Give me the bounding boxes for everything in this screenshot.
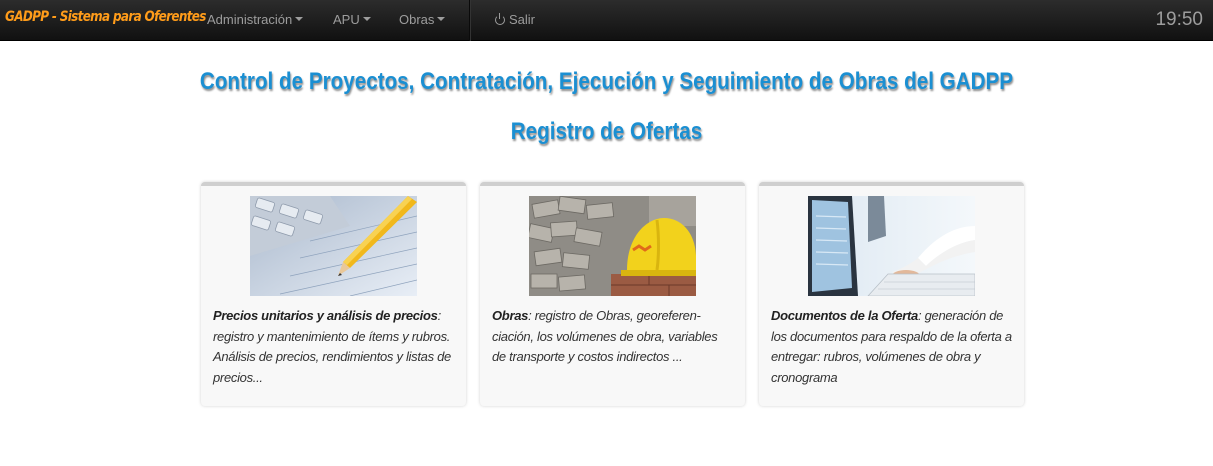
caret-down-icon bbox=[295, 16, 304, 21]
power-icon bbox=[495, 13, 505, 25]
brand-logo-link[interactable]: GADPP - Sistema para Oferentes bbox=[5, 9, 206, 25]
card-documentos-oferta[interactable]: Documentos de la Oferta: generación de l… bbox=[759, 182, 1024, 406]
top-navbar: GADPP - Sistema para Oferentes Administr… bbox=[0, 0, 1213, 41]
menu-apu-label: APU bbox=[333, 12, 360, 27]
caret-down-icon bbox=[362, 16, 371, 21]
card-precios-unitarios[interactable]: Precios unitarios y análisis de precios:… bbox=[201, 182, 466, 406]
logout-button[interactable]: Salir bbox=[495, 12, 535, 27]
card-precios-description: Precios unitarios y análisis de precios:… bbox=[213, 306, 455, 388]
calculator-pencil-image[interactable] bbox=[250, 196, 417, 296]
logout-label: Salir bbox=[509, 12, 536, 27]
menu-administracion[interactable]: Administración bbox=[207, 12, 304, 27]
caret-down-icon bbox=[437, 16, 446, 21]
page-title: Control de Proyectos, Contratación, Ejec… bbox=[199, 68, 1014, 95]
menu-apu[interactable]: APU bbox=[333, 12, 371, 27]
computer-keyboard-image[interactable] bbox=[808, 196, 975, 296]
card-obras-description: Obras: registro de Obras, georeferen-cia… bbox=[492, 306, 734, 368]
nav-divider bbox=[469, 0, 470, 41]
card-obras[interactable]: Obras: registro de Obras, georeferen-cia… bbox=[480, 182, 745, 406]
card-precios-heading: Precios unitarios y análisis de precios bbox=[213, 308, 438, 323]
menu-obras-label: Obras bbox=[399, 12, 435, 27]
card-documentos-description: Documentos de la Oferta: generación de l… bbox=[771, 306, 1013, 388]
menu-administracion-label: Administración bbox=[207, 12, 293, 27]
card-obras-heading: Obras bbox=[492, 308, 529, 323]
hardhat-construction-image[interactable] bbox=[529, 196, 696, 296]
menu-obras[interactable]: Obras bbox=[399, 12, 446, 27]
page-subtitle: Registro de Ofertas bbox=[510, 118, 703, 145]
clock: 19:50 bbox=[1155, 9, 1203, 30]
card-documentos-heading: Documentos de la Oferta bbox=[771, 308, 918, 323]
